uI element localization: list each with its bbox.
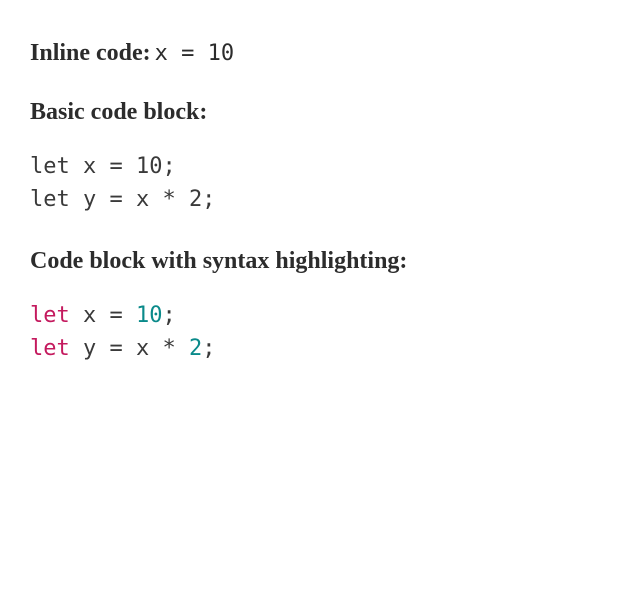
token-space [123, 336, 136, 361]
token-ident: x [83, 303, 96, 328]
token-number: 2 [189, 336, 202, 361]
token-keyword: let [30, 336, 70, 361]
token-punct: * [163, 336, 176, 361]
token-space [70, 336, 83, 361]
token-punct: = [110, 303, 123, 328]
highlighted-code-block-heading: Code block with syntax highlighting: [30, 248, 407, 274]
token-keyword: let [30, 303, 70, 328]
code-line: let x = 10; [30, 299, 608, 332]
token-space [96, 336, 109, 361]
token-number: 10 [136, 303, 163, 328]
token-punct: ; [163, 303, 176, 328]
token-ident: y [83, 336, 96, 361]
code-line: let y = x * 2; [30, 332, 608, 365]
inline-code-section: Inline code: x = 10 [30, 40, 608, 67]
token-space [96, 303, 109, 328]
token-space [176, 336, 189, 361]
highlighted-code-block: let x = 10;let y = x * 2; [30, 299, 608, 365]
token-punct: ; [202, 336, 215, 361]
code-line: let x = 10; [30, 150, 608, 183]
token-punct: = [110, 336, 123, 361]
code-line: let y = x * 2; [30, 183, 608, 216]
highlighted-code-block-section: Code block with syntax highlighting: let… [30, 248, 608, 365]
token-space [149, 336, 162, 361]
basic-code-block-heading: Basic code block: [30, 99, 207, 125]
inline-code-value: x = 10 [155, 41, 234, 66]
token-space [123, 303, 136, 328]
token-ident: x [136, 336, 149, 361]
inline-code-heading: Inline code: [30, 40, 151, 66]
basic-code-block: let x = 10;let y = x * 2; [30, 150, 608, 216]
token-space [70, 303, 83, 328]
basic-code-block-section: Basic code block: let x = 10;let y = x *… [30, 99, 608, 216]
